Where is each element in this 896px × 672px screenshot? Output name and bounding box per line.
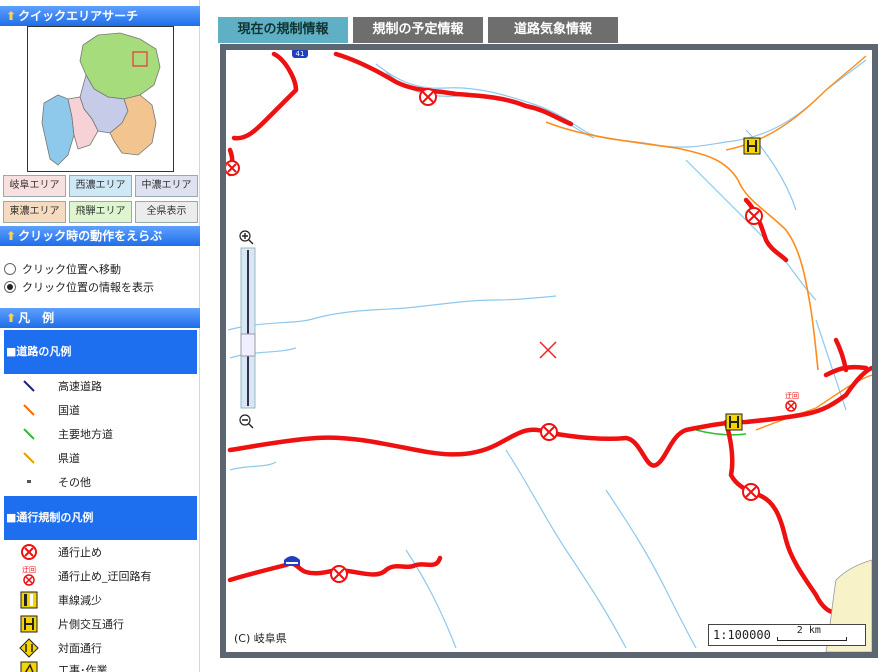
regulated-roads <box>227 51 872 615</box>
legend-national-road: 国道 <box>18 400 80 420</box>
alternating-traffic-icon[interactable] <box>743 137 761 155</box>
tab-current-regulations[interactable]: 現在の規制情報 <box>218 17 348 43</box>
expressway-line-icon <box>18 376 40 396</box>
map-frame: 迂回 41 (C) 岐阜県 1:100000 2 km <box>220 44 878 658</box>
zoom-control[interactable] <box>236 230 258 430</box>
closure-icon[interactable] <box>330 565 348 583</box>
app-root: ⬆ クイックエリアサーチ 岐阜エリア 西濃エリア 中濃エリア 東濃エリア 飛騨エリ… <box>0 0 896 672</box>
legend-other-road: その他 <box>18 472 91 492</box>
legend-main-road: 主要地方道 <box>18 424 113 444</box>
legend-expressway: 高速道路 <box>18 376 102 396</box>
lane-reduction-icon <box>18 590 40 610</box>
scale-unit: 2 km <box>796 625 821 636</box>
legend-closure: 通行止め <box>18 542 102 562</box>
other-road-dot-icon <box>18 472 40 492</box>
svg-text:41: 41 <box>296 50 305 58</box>
zoom-in-icon[interactable] <box>239 230 254 245</box>
road-map[interactable]: 迂回 41 (C) 岐阜県 1:100000 2 km <box>226 50 872 652</box>
national-road-line-icon <box>18 400 40 420</box>
prefecture-minimap[interactable] <box>27 26 174 172</box>
scale-ratio: 1:100000 <box>713 628 771 642</box>
closure-icon[interactable] <box>540 423 558 441</box>
area-button-chuno[interactable]: 中濃エリア <box>135 175 198 197</box>
legend-prefectural-road: 県道 <box>18 448 80 468</box>
legend-construction: 工事･作業 <box>18 660 108 672</box>
area-button-all[interactable]: 全県表示 <box>135 201 198 223</box>
alternating-traffic-icon[interactable] <box>725 413 743 431</box>
main-road-line-icon <box>18 424 40 444</box>
tab-road-weather[interactable]: 道路気象情報 <box>488 17 618 43</box>
main-road <box>695 429 747 436</box>
arrow-up-icon: ⬆ <box>6 311 17 325</box>
rivers <box>227 59 867 649</box>
scale-bar-line <box>776 637 847 641</box>
area-button-seino[interactable]: 西濃エリア <box>69 175 132 197</box>
closure-detour-icon[interactable]: 迂回 <box>785 392 799 412</box>
map-canvas[interactable]: 迂回 41 <box>226 50 872 652</box>
legend-two-way: 対面通行 <box>18 638 102 658</box>
left-panel: ⬆ クイックエリアサーチ 岐阜エリア 西濃エリア 中濃エリア 東濃エリア 飛騨エリ… <box>0 0 200 672</box>
expressway-badge-icon <box>284 556 300 566</box>
minimap-svg[interactable] <box>28 27 173 171</box>
legend-closure-detour: 迂回 通行止め_迂回路有 <box>18 566 152 586</box>
area-button-gifu[interactable]: 岐阜エリア <box>3 175 66 197</box>
closure-icon <box>18 542 40 562</box>
legend-alternating-traffic: 片側交互通行 <box>18 614 124 634</box>
scale-indicator: 1:100000 2 km <box>708 624 866 646</box>
prefectural-road-line-icon <box>18 448 40 468</box>
zoom-track-line <box>247 250 249 406</box>
route-badge-icon: 41 <box>292 50 308 58</box>
national-road <box>545 121 819 371</box>
arrow-up-icon: ⬆ <box>6 229 17 243</box>
closure-markers[interactable]: 迂回 <box>226 88 799 583</box>
quick-area-header: ⬆ クイックエリアサーチ <box>0 6 200 26</box>
regulation-legend-header: ■通行規制の凡例 <box>4 496 197 540</box>
zoom-slider-handle[interactable] <box>240 333 256 357</box>
area-button-hida[interactable]: 飛騨エリア <box>69 201 132 223</box>
radio-show-info[interactable] <box>4 281 16 293</box>
radio-move[interactable] <box>4 263 16 275</box>
tab-planned-regulations[interactable]: 規制の予定情報 <box>353 17 483 43</box>
map-copyright: (C) 岐阜県 <box>234 632 287 645</box>
area-button-tono[interactable]: 東濃エリア <box>3 201 66 223</box>
click-action-options: クリック位置へ移動 クリック位置の情報を表示 <box>4 260 194 296</box>
zoom-out-icon[interactable] <box>239 414 254 429</box>
click-action-header: ⬆ クリック時の動作をえらぶ <box>0 226 200 246</box>
legend-header: ⬆ 凡 例 <box>0 308 200 328</box>
road-legend-header: ■道路の凡例 <box>4 330 197 374</box>
closure-icon[interactable] <box>226 160 240 176</box>
arrow-up-icon: ⬆ <box>6 9 17 23</box>
center-cross-icon <box>539 341 557 359</box>
closure-icon[interactable] <box>419 88 437 106</box>
scale-bar: 2 km <box>776 625 849 642</box>
option-move[interactable]: クリック位置へ移動 <box>4 260 194 278</box>
construction-icon <box>18 660 40 672</box>
national-road-north <box>725 55 867 151</box>
closure-icon[interactable] <box>745 207 763 225</box>
svg-text:迂回: 迂回 <box>785 392 799 400</box>
closure-detour-icon: 迂回 <box>18 566 40 586</box>
option-show-info[interactable]: クリック位置の情報を表示 <box>4 278 194 296</box>
alternating-traffic-icon <box>18 614 40 634</box>
two-way-icon <box>18 638 40 658</box>
closure-icon[interactable] <box>742 483 760 501</box>
legend-lane-reduction: 車線減少 <box>18 590 102 610</box>
